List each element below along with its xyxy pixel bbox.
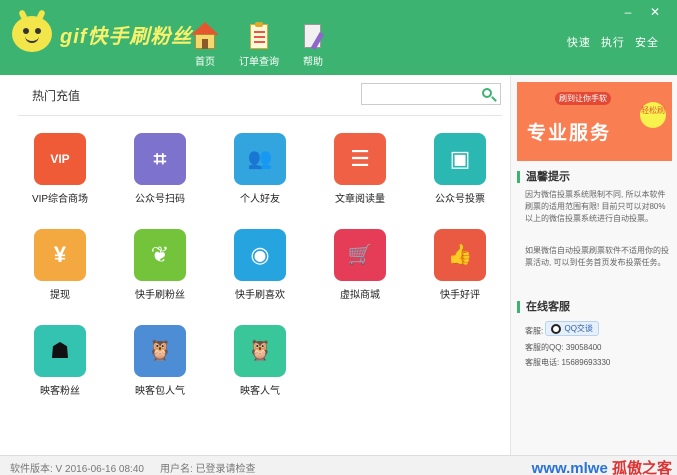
- service-grid: VIP VIP综合商场 ⌗ 公众号扫码 👥 个人好友 ☰ 文章阅读量 ▣ 公众号…: [10, 133, 510, 409]
- tile-label: 映客包人气: [135, 386, 185, 397]
- nav-order-query[interactable]: 订单查询: [232, 22, 286, 68]
- watermark-name: 孤傲之客: [611, 460, 672, 475]
- tile-label: 公众号投票: [435, 194, 485, 205]
- article-eye-icon: ☰: [334, 133, 386, 185]
- tile-inke-popularity[interactable]: 🦉 映客人气: [210, 325, 310, 409]
- tool-fast[interactable]: 快速: [567, 37, 591, 49]
- site-watermark: www.mlwe 孤傲之客: [532, 457, 672, 475]
- tile-label: 映客人气: [240, 386, 280, 397]
- winged-badge-icon: ❦: [134, 229, 186, 281]
- shopping-cart-icon: 🛒: [334, 229, 386, 281]
- vote-screen-icon: ▣: [434, 133, 486, 185]
- thumbs-up-icon: 👍: [434, 229, 486, 281]
- tile-kuaishou-likes[interactable]: ◉ 快手刷喜欢: [210, 229, 310, 313]
- status-bar: 软件版本: V 2016-06-16 08:40 用户名: 已登录请检查 www…: [0, 455, 677, 475]
- tile-vip-mall[interactable]: VIP VIP综合商场: [10, 133, 110, 217]
- banner-subtitle: 刷到让你手软: [555, 92, 611, 105]
- owl-icon: 🦉: [234, 325, 286, 377]
- tile-kuaishou-fans[interactable]: ❦ 快手刷粉丝: [110, 229, 210, 313]
- tile-official-vote[interactable]: ▣ 公众号投票: [410, 133, 510, 217]
- search-icon[interactable]: [482, 88, 492, 98]
- header-bar: gif快手刷粉丝 首页 订单查询 帮助 – ✕ 快速 执行 安全: [0, 0, 677, 75]
- search-input[interactable]: [362, 84, 472, 104]
- watermark-url: www.mlwe: [531, 460, 608, 475]
- tile-withdraw[interactable]: ¥ 提现: [10, 229, 110, 313]
- nav-help-label: 帮助: [303, 57, 323, 68]
- nav-help[interactable]: 帮助: [286, 22, 340, 68]
- service-label: 客服:: [525, 326, 544, 336]
- banner-badge: 轻松刷: [640, 102, 666, 128]
- logo-mascot-icon: [12, 16, 52, 52]
- tile-label: 个人好友: [240, 194, 280, 205]
- tile-label: 公众号扫码: [135, 194, 185, 205]
- home-icon: [190, 22, 220, 50]
- qq-penguin-icon: [551, 323, 562, 334]
- service-phone: 客服电话: 15689693330: [525, 358, 611, 367]
- tile-label: 提现: [50, 290, 70, 301]
- minimize-button[interactable]: –: [621, 5, 635, 19]
- tile-inke-boost-popularity[interactable]: 🦉 映客包人气: [110, 325, 210, 409]
- scan-user-icon: ⌗: [134, 133, 186, 185]
- tile-inke-fans[interactable]: ☗ 映客粉丝: [10, 325, 110, 409]
- tile-article-reads[interactable]: ☰ 文章阅读量: [310, 133, 410, 217]
- clipboard-icon: [244, 22, 274, 50]
- tile-label: 快手刷喜欢: [235, 290, 285, 301]
- tile-virtual-mall[interactable]: 🛒 虚拟商城: [310, 229, 410, 313]
- tips-paragraph-1: 因为微信投票系统限制不同, 所以本软件刷票的适用范围有限! 目前只可以对80%以…: [525, 190, 666, 223]
- service-qq: 客服的QQ: 39058400: [525, 343, 602, 352]
- tile-label: 快手好评: [440, 290, 480, 301]
- tile-personal-friends[interactable]: 👥 个人好友: [210, 133, 310, 217]
- main-nav: 首页 订单查询 帮助: [178, 22, 340, 68]
- user-status-text: 用户名: 已登录请检查: [160, 464, 256, 475]
- tile-label: VIP综合商场: [31, 194, 89, 205]
- tile-label: 映客粉丝: [40, 386, 80, 397]
- divider: [18, 115, 502, 116]
- section-title: 热门充值: [32, 89, 81, 103]
- service-row: 客服: QQ交谈: [525, 321, 599, 337]
- owl-icon: 🦉: [134, 325, 186, 377]
- friends-icon: 👥: [234, 133, 286, 185]
- mask-icon: ☗: [34, 325, 86, 377]
- right-sidebar: 刷到让你手软 专业服务 轻松刷 温馨提示 因为微信投票系统限制不同, 所以本软件…: [510, 75, 677, 455]
- qq-chat-button[interactable]: QQ交谈: [545, 321, 599, 336]
- tool-secure[interactable]: 安全: [635, 37, 659, 49]
- tile-kuaishou-reviews[interactable]: 👍 快手好评: [410, 229, 510, 313]
- main-panel: 热门充值 VIP VIP综合商场 ⌗ 公众号扫码 👥 个人好友 ☰ 文章阅读量 …: [0, 75, 510, 455]
- logo-title: gif快手刷粉丝: [60, 25, 193, 48]
- yuan-coin-icon: ¥: [34, 229, 86, 281]
- tile-label: 虚拟商城: [340, 290, 380, 301]
- promo-banner[interactable]: 刷到让你手软 专业服务 轻松刷: [517, 82, 672, 161]
- header-tools: 快速 执行 安全: [561, 34, 659, 50]
- tile-label: 快手刷粉丝: [135, 290, 185, 301]
- tips-paragraph-2: 如果微信自动投票刷票软件不适用你的投票活动, 可以到任务首页发布投票任务。: [525, 246, 669, 267]
- nav-order-query-label: 订单查询: [239, 57, 279, 68]
- qq-chat-label: QQ交谈: [564, 324, 593, 333]
- tips-heading: 温馨提示: [517, 171, 570, 183]
- service-heading: 在线客服: [517, 301, 570, 313]
- tile-official-scan[interactable]: ⌗ 公众号扫码: [110, 133, 210, 217]
- app-logo: gif快手刷粉丝: [12, 16, 192, 52]
- version-text: 软件版本: V 2016-06-16 08:40: [10, 464, 144, 475]
- search-box: [361, 83, 501, 105]
- shopping-bag-icon: VIP: [34, 133, 86, 185]
- nav-home-label: 首页: [195, 57, 215, 68]
- banner-title: 专业服务: [527, 123, 612, 144]
- tool-execute[interactable]: 执行: [601, 37, 625, 49]
- fish-eye-icon: ◉: [234, 229, 286, 281]
- tile-label: 文章阅读量: [335, 194, 385, 205]
- nav-home[interactable]: 首页: [178, 22, 232, 68]
- help-document-icon: [298, 22, 328, 51]
- close-button[interactable]: ✕: [648, 5, 662, 19]
